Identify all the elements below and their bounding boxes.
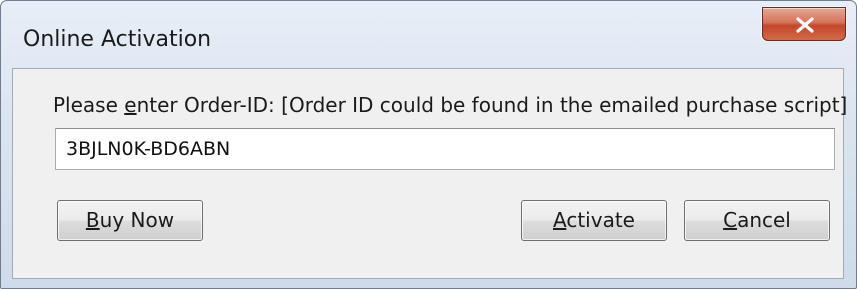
window-title: Online Activation — [23, 27, 212, 52]
close-button[interactable] — [762, 7, 846, 41]
cancel-mnemonic: C — [723, 208, 738, 232]
close-icon — [796, 17, 814, 33]
cancel-label: ancel — [737, 208, 791, 232]
activate-label: ctivate — [566, 208, 635, 232]
title-bar[interactable]: Online Activation — [1, 1, 856, 67]
order-id-input[interactable] — [55, 128, 835, 170]
order-id-label-mnemonic: e — [124, 93, 137, 117]
buy-now-mnemonic: B — [85, 208, 100, 232]
activate-mnemonic: A — [553, 208, 567, 232]
buy-now-label: uy Now — [99, 208, 175, 232]
buy-now-button[interactable]: Buy Now — [57, 200, 203, 241]
activate-button[interactable]: Activate — [521, 200, 667, 241]
order-id-label-rest: nter Order-ID: [Order ID could be found … — [136, 93, 848, 117]
dialog-content: Please enter Order-ID: [Order ID could b… — [12, 68, 847, 279]
order-id-label-prefix: Please — [53, 93, 125, 117]
cancel-button[interactable]: Cancel — [684, 200, 830, 241]
activation-dialog: Online Activation Please enter Order-ID:… — [0, 0, 857, 289]
order-id-label: Please enter Order-ID: [Order ID could b… — [53, 93, 847, 117]
